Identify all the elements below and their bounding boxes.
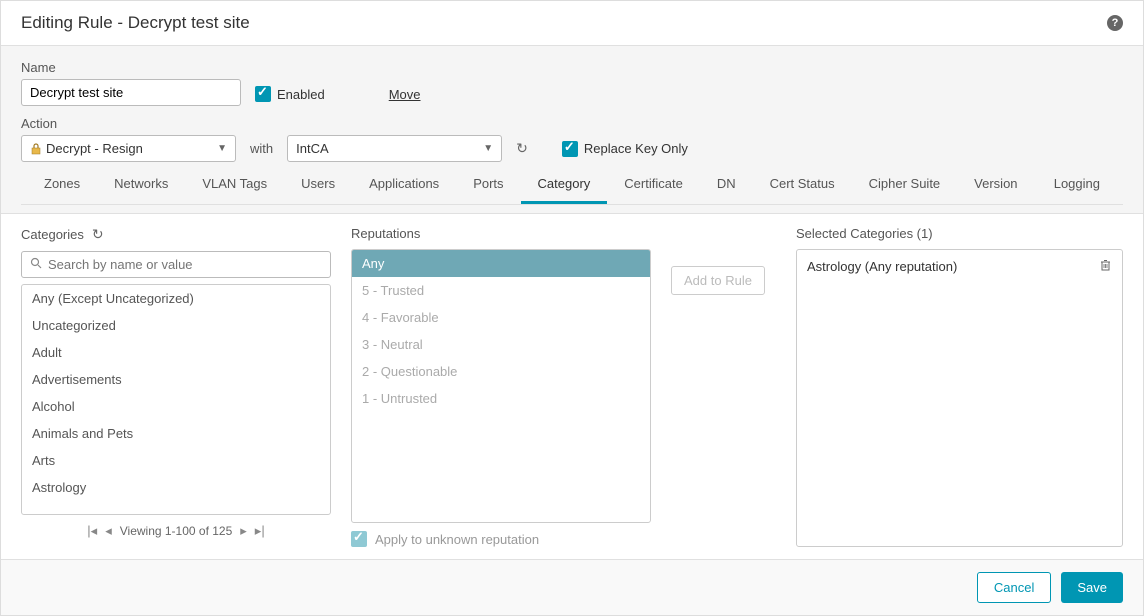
tab-applications[interactable]: Applications [352, 166, 456, 204]
tab-cipher-suite[interactable]: Cipher Suite [852, 166, 958, 204]
apply-unknown-label: Apply to unknown reputation [375, 532, 539, 547]
categories-list[interactable]: Any (Except Uncategorized)UncategorizedA… [21, 284, 331, 515]
save-button[interactable]: Save [1061, 572, 1123, 603]
tab-vlan-tags[interactable]: VLAN Tags [185, 166, 284, 204]
categories-label: Categories [21, 227, 84, 242]
list-item[interactable]: Any (Except Uncategorized) [22, 285, 330, 312]
enabled-checkbox[interactable] [255, 86, 271, 102]
name-input[interactable] [21, 79, 241, 106]
dialog-title: Editing Rule - Decrypt test site [21, 13, 250, 33]
list-item[interactable]: 3 - Neutral [352, 331, 650, 358]
refresh-icon[interactable]: ↻ [516, 140, 528, 157]
name-label: Name [21, 60, 241, 75]
list-item[interactable]: Arts [22, 447, 330, 474]
replace-key-checkbox[interactable] [562, 141, 578, 157]
list-item[interactable]: 2 - Questionable [352, 358, 650, 385]
cancel-button[interactable]: Cancel [977, 572, 1051, 603]
tab-category[interactable]: Category [521, 166, 608, 204]
list-item[interactable]: 4 - Favorable [352, 304, 650, 331]
apply-unknown-checkbox[interactable] [351, 531, 367, 547]
reputations-list[interactable]: Any5 - Trusted4 - Favorable3 - Neutral2 … [351, 249, 651, 523]
chevron-down-icon: ▼ [217, 143, 227, 154]
with-text: with [250, 141, 273, 156]
enabled-label: Enabled [277, 87, 325, 102]
page-first-icon[interactable]: |◂ [87, 523, 97, 539]
list-item[interactable]: 5 - Trusted [352, 277, 650, 304]
tab-ports[interactable]: Ports [456, 166, 520, 204]
list-item[interactable]: Astrology [22, 474, 330, 501]
tab-certificate[interactable]: Certificate [607, 166, 700, 204]
selected-item-label: Astrology (Any reputation) [807, 259, 957, 274]
search-icon [30, 257, 42, 272]
tab-version[interactable]: Version [957, 166, 1034, 204]
reputations-label: Reputations [351, 226, 420, 241]
action-label: Action [21, 116, 1123, 131]
list-item[interactable]: Alcohol [22, 393, 330, 420]
tab-users[interactable]: Users [284, 166, 352, 204]
selected-list: Astrology (Any reputation) [796, 249, 1123, 547]
tab-dn[interactable]: DN [700, 166, 753, 204]
list-item[interactable]: Advertisements [22, 366, 330, 393]
lock-icon [30, 143, 42, 155]
action-value: Decrypt - Resign [46, 141, 143, 156]
help-icon[interactable]: ? [1107, 15, 1123, 31]
ca-value: IntCA [296, 141, 329, 156]
tab-logging[interactable]: Logging [1037, 166, 1117, 204]
list-item[interactable]: 1 - Untrusted [352, 385, 650, 412]
selected-categories-label: Selected Categories (1) [796, 226, 933, 241]
add-to-rule-button[interactable]: Add to Rule [671, 266, 765, 295]
chevron-down-icon: ▼ [483, 143, 493, 154]
tab-networks[interactable]: Networks [97, 166, 185, 204]
trash-icon[interactable] [1099, 258, 1112, 274]
tab-cert-status[interactable]: Cert Status [753, 166, 852, 204]
list-item[interactable]: Animals and Pets [22, 420, 330, 447]
ca-select[interactable]: IntCA ▼ [287, 135, 502, 162]
list-item: Astrology (Any reputation) [797, 250, 1122, 282]
replace-key-label: Replace Key Only [584, 141, 688, 156]
list-item[interactable]: Adult [22, 339, 330, 366]
action-select[interactable]: Decrypt - Resign ▼ [21, 135, 236, 162]
refresh-categories-icon[interactable]: ↻ [92, 226, 104, 243]
categories-search[interactable] [21, 251, 331, 278]
list-item[interactable]: Any [352, 250, 650, 277]
page-last-icon[interactable]: ▸| [255, 523, 265, 539]
page-prev-icon[interactable]: ◂ [105, 523, 112, 539]
move-link[interactable]: Move [389, 87, 421, 102]
pager-text: Viewing 1-100 of 125 [120, 524, 233, 538]
list-item[interactable]: Uncategorized [22, 312, 330, 339]
tab-zones[interactable]: Zones [27, 166, 97, 204]
page-next-icon[interactable]: ▸ [240, 523, 247, 539]
search-input[interactable] [48, 257, 322, 272]
